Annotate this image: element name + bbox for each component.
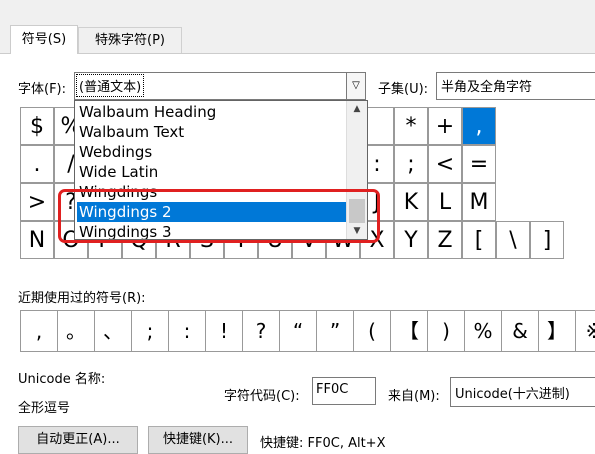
- font-option[interactable]: Walbaum Heading: [77, 102, 347, 122]
- recent-symbol-cell[interactable]: 。: [57, 310, 95, 352]
- recent-symbol-cell[interactable]: (: [353, 310, 391, 352]
- char-code-label: 字符代码(C):: [224, 389, 300, 404]
- symbol-cell[interactable]: .: [20, 145, 54, 183]
- symbol-cell[interactable]: N: [20, 221, 54, 259]
- tab-special-characters[interactable]: 特殊字符(P): [78, 27, 182, 54]
- autocorrect-button[interactable]: 自动更正(A)...: [18, 426, 138, 454]
- symbol-cell[interactable]: \: [496, 221, 530, 259]
- symbol-cell[interactable]: [: [462, 221, 496, 259]
- recent-symbol-cell[interactable]: :: [168, 310, 206, 352]
- recent-symbol-cell[interactable]: ,: [20, 310, 58, 352]
- unicode-name-value: 全形逗号: [18, 401, 71, 416]
- symbol-cell[interactable]: +: [428, 107, 462, 145]
- recent-symbol-cell[interactable]: ※: [575, 310, 595, 352]
- symbol-cell[interactable]: <: [428, 145, 462, 183]
- symbol-cell[interactable]: =: [462, 145, 496, 183]
- from-value: Unicode(十六进制): [455, 387, 570, 402]
- recent-symbol-cell[interactable]: “: [279, 310, 317, 352]
- shortcut-key-text: 快捷键: FF0C, Alt+X: [260, 436, 386, 451]
- symbol-cell[interactable]: *: [394, 107, 428, 145]
- font-option[interactable]: Wingdings 3: [77, 222, 347, 239]
- font-option[interactable]: Wingdings: [77, 182, 347, 202]
- recent-symbol-cell[interactable]: &: [501, 310, 539, 352]
- subset-value: 半角及全角字符: [441, 80, 533, 95]
- symbol-cell[interactable]: ,: [462, 107, 496, 145]
- from-label: 来自(M):: [388, 389, 440, 404]
- symbol-cell[interactable]: ;: [394, 145, 428, 183]
- tab-symbols[interactable]: 符号(S): [10, 25, 78, 54]
- from-combobox[interactable]: Unicode(十六进制): [450, 377, 595, 407]
- dropdown-scrollbar[interactable]: ▲ ▼: [346, 101, 367, 239]
- recent-symbol-cell[interactable]: 】: [538, 310, 576, 352]
- font-label: 字体(F):: [18, 82, 67, 97]
- font-option[interactable]: Walbaum Text: [77, 122, 347, 142]
- recent-symbol-cell[interactable]: ”: [316, 310, 354, 352]
- font-option[interactable]: Wide Latin: [77, 162, 347, 182]
- char-code-input[interactable]: FF0C: [312, 377, 376, 405]
- chevron-up-icon[interactable]: ▲: [347, 101, 367, 117]
- symbol-cell[interactable]: >: [20, 183, 54, 221]
- recent-symbol-cell[interactable]: 、: [94, 310, 132, 352]
- symbol-cell[interactable]: Y: [394, 221, 428, 259]
- subset-combobox[interactable]: 半角及全角字符: [436, 72, 595, 100]
- symbol-cell[interactable]: ]: [530, 221, 564, 259]
- recent-symbols-label: 近期使用过的符号(R):: [18, 291, 146, 306]
- chevron-down-icon[interactable]: ▼: [347, 223, 367, 239]
- symbol-cell[interactable]: M: [462, 183, 496, 221]
- recent-symbol-cell[interactable]: !: [205, 310, 243, 352]
- chevron-down-icon[interactable]: ▽: [346, 73, 365, 99]
- font-option-selected[interactable]: Wingdings 2: [77, 202, 347, 222]
- font-value: (普通文本): [75, 74, 145, 97]
- symbol-cell[interactable]: L: [428, 183, 462, 221]
- shortcut-key-button[interactable]: 快捷键(K)...: [148, 426, 248, 454]
- subset-label: 子集(U):: [378, 82, 429, 97]
- recent-symbol-cell[interactable]: ?: [242, 310, 280, 352]
- recent-symbol-cell[interactable]: ;: [131, 310, 169, 352]
- symbol-cell[interactable]: K: [394, 183, 428, 221]
- recent-symbol-cell[interactable]: ): [427, 310, 465, 352]
- font-combobox[interactable]: (普通文本) ▽: [74, 72, 366, 100]
- recent-symbol-cell[interactable]: 【: [390, 310, 428, 352]
- recent-symbol-cell[interactable]: %: [464, 310, 502, 352]
- font-dropdown-list[interactable]: Walbaum Heading Walbaum Text Webdings Wi…: [74, 100, 368, 240]
- font-option[interactable]: Webdings: [77, 142, 347, 162]
- unicode-name-label: Unicode 名称:: [18, 372, 106, 387]
- scrollbar-thumb[interactable]: [349, 199, 365, 223]
- symbol-cell[interactable]: Z: [428, 221, 462, 259]
- symbol-cell[interactable]: $: [20, 107, 54, 145]
